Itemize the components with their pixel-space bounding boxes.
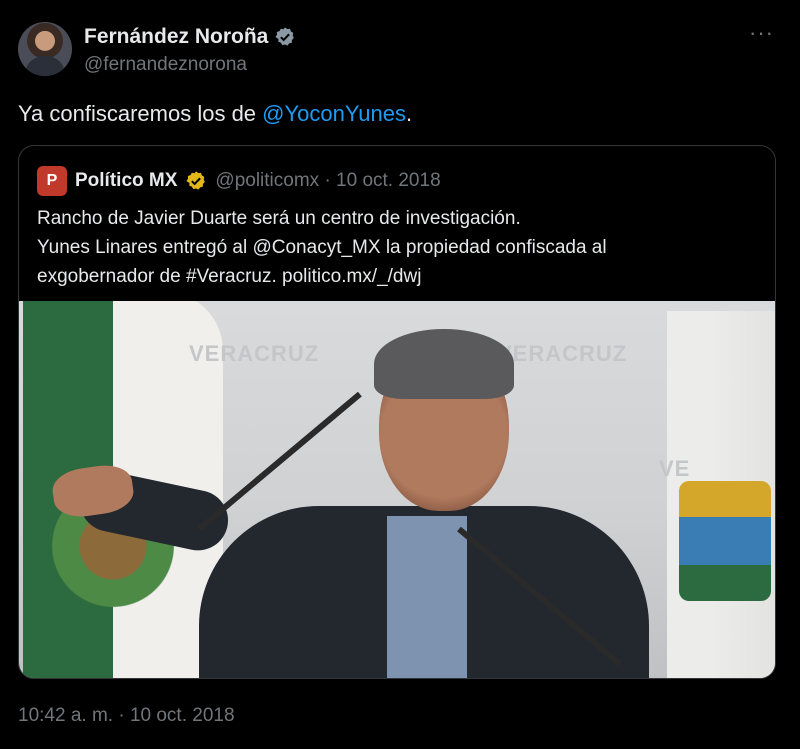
avatar-figure [26,56,64,76]
author-avatar[interactable] [18,22,72,76]
quoted-photo[interactable]: VERACRUZ VERACRUZ VE [19,301,775,678]
quoted-author-name[interactable]: Político MX [75,170,177,192]
quoted-tweet-card[interactable]: P Político MX @politicomx · 10 oct. 2018… [18,145,776,679]
author-name-row[interactable]: Fernández Noroña [84,25,296,49]
speaker-shirt [387,516,467,678]
tweet-text: Ya confiscaremos los de @YoconYunes. [18,101,412,127]
quoted-text-line: exgobernador de #Veracruz. politico.mx/_… [37,266,422,287]
mention-link[interactable]: @YoconYunes [262,101,406,126]
tweet-text-prefix: Ya confiscaremos los de [18,101,263,126]
veracruz-flag [667,311,775,678]
author-name[interactable]: Fernández Noroña [84,25,268,49]
veracruz-shield [679,481,771,601]
quoted-handle-date: @politicomx · 10 oct. 2018 [215,170,441,191]
quoted-text-line: Yunes Linares entregó al @Conacyt_MX la … [37,237,607,258]
author-handle[interactable]: @fernandeznorona [84,54,247,76]
speaker-hair [374,329,514,399]
politico-logo-icon[interactable]: P [37,166,67,196]
quoted-text: Rancho de Javier Duarte será un centro d… [37,204,757,291]
tweet-text-suffix: . [406,101,413,126]
quoted-text-line: Rancho de Javier Duarte será un centro d… [37,208,521,229]
more-options-icon[interactable]: ··· [749,20,774,46]
verified-gold-badge-icon [186,171,206,190]
photo-watermark: VERACRUZ [497,341,628,366]
photo-watermark: VE [659,456,691,481]
quoted-header: P Político MX @politicomx · 10 oct. 2018 [37,166,441,196]
verified-badge-icon [275,27,295,46]
photo-watermark: VERACRUZ [189,341,320,366]
tweet-timestamp[interactable]: 10:42 a. m. · 10 oct. 2018 [18,705,235,727]
